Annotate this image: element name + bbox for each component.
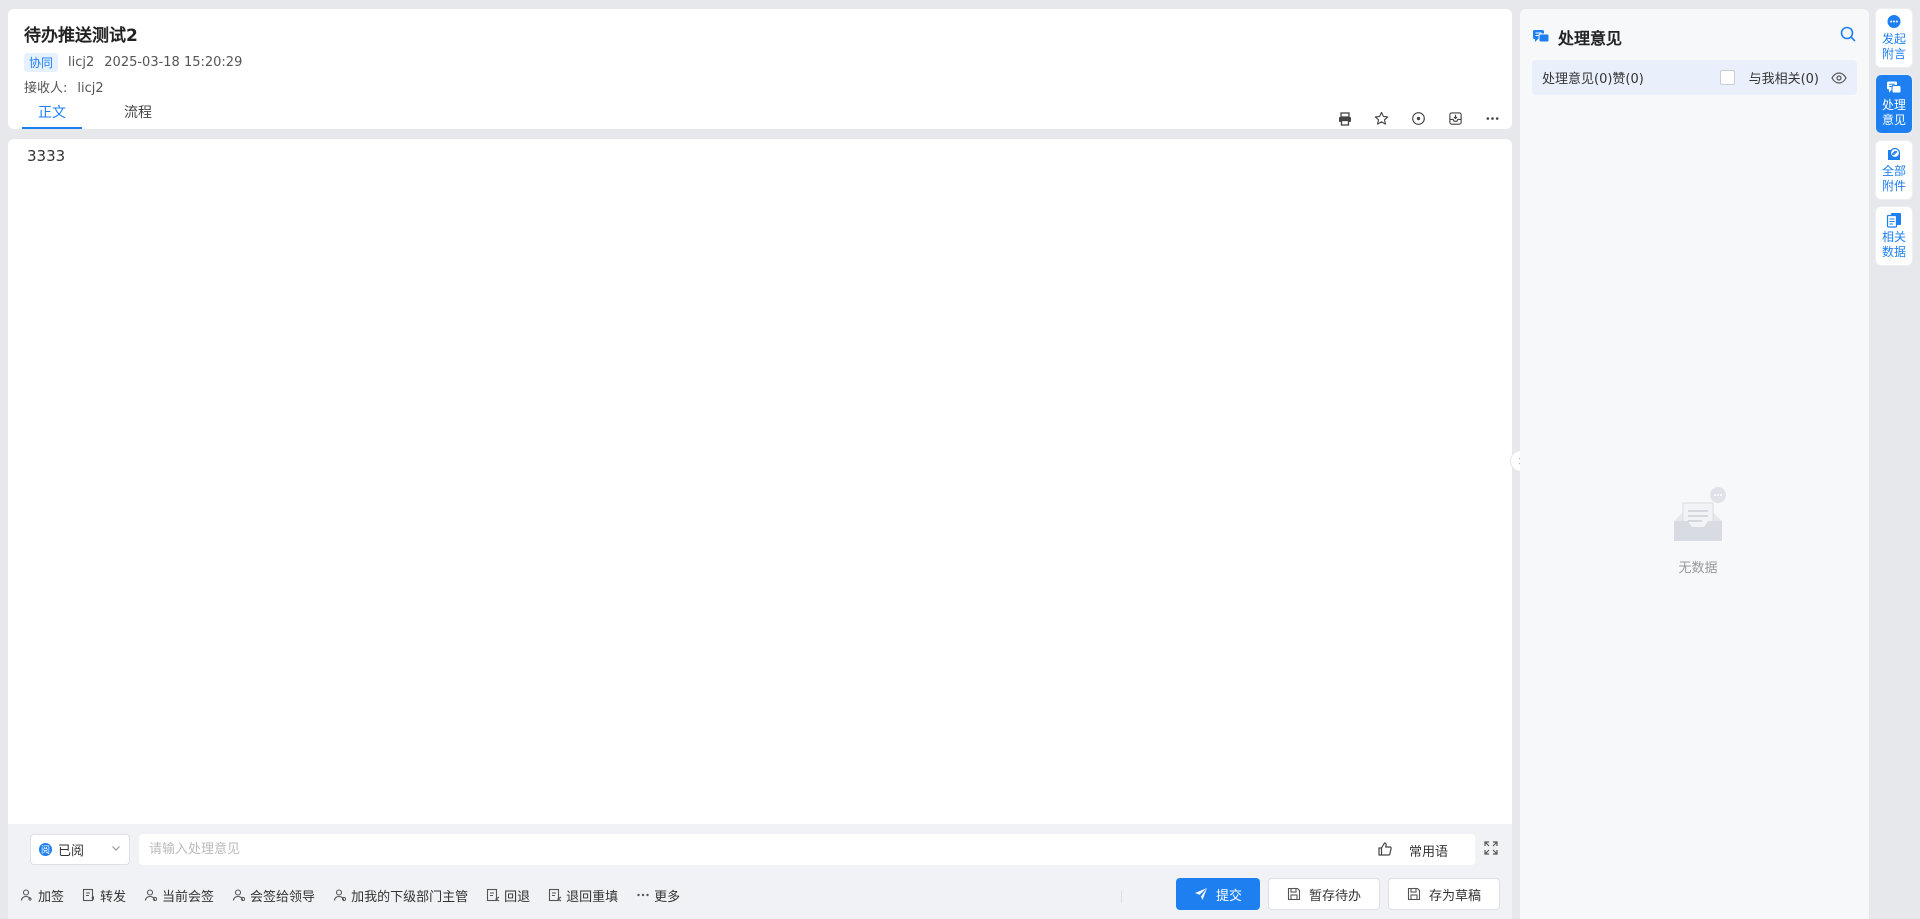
type-badge: 协同 <box>24 53 59 72</box>
search-icon[interactable] <box>1839 25 1857 43</box>
body-content: 3333 <box>27 147 66 165</box>
side-rail: 发起附言 处理意见 全部附件 相关数据 <box>1876 9 1914 273</box>
rail-label: 发起附言 <box>1881 32 1906 61</box>
user-icon <box>144 889 158 902</box>
expand-icon[interactable] <box>1484 841 1500 857</box>
target-icon[interactable] <box>1409 109 1428 128</box>
ellipsis-icon <box>637 893 649 897</box>
tab-body[interactable]: 正文 <box>22 101 82 129</box>
opinion-bar: 阅 已阅 常用语 <box>8 824 1512 875</box>
tab-bar: 正文 流程 <box>22 101 168 129</box>
rollback-icon <box>549 888 562 902</box>
receiver-row: 接收人: licj2 <box>24 77 104 96</box>
rail-opinions[interactable]: 处理意见 <box>1876 75 1912 133</box>
rollback-icon <box>487 888 500 902</box>
document-body: 3333 <box>8 139 1512 824</box>
common-phrases-button[interactable]: 常用语 <box>1409 841 1448 860</box>
related-checkbox[interactable] <box>1719 70 1735 85</box>
save-icon <box>1287 887 1301 901</box>
forward-icon <box>82 888 95 902</box>
print-icon[interactable] <box>1335 109 1354 128</box>
attachment-icon <box>1888 147 1901 160</box>
current-countersign-button[interactable]: 当前会签 <box>144 886 214 905</box>
forward-button[interactable]: 转发 <box>82 886 126 905</box>
countersign-leader-button[interactable]: 会签给领导 <box>232 886 315 905</box>
rail-attachments[interactable]: 全部附件 <box>1876 141 1912 199</box>
action-label: 退回重填 <box>566 889 619 905</box>
save-todo-button[interactable]: 暂存待办 <box>1268 878 1380 910</box>
rail-initiate-note[interactable]: 发起附言 <box>1876 9 1912 67</box>
chevron-down-icon <box>111 842 121 857</box>
action-label: 回退 <box>504 889 531 905</box>
action-label: 当前会签 <box>162 889 215 905</box>
archive-icon[interactable] <box>1446 109 1465 128</box>
rail-label: 相关数据 <box>1881 230 1906 259</box>
comment-icon <box>1887 81 1902 94</box>
eye-icon[interactable] <box>1831 70 1847 86</box>
submit-label: 提交 <box>1215 888 1242 904</box>
star-icon[interactable] <box>1372 109 1391 128</box>
action-list: 加签 转发 当前会签 会签给领导 加我的下级部门主管 回退 退回重填 更多 <box>20 875 680 915</box>
timestamp: 2025-03-18 15:20:29 <box>104 55 243 70</box>
meta-row: 协同 licj2 2025-03-18 15:20:29 <box>24 53 242 72</box>
action-label: 更多 <box>654 889 681 905</box>
page-title: 待办推送测试2 <box>24 26 138 46</box>
save-todo-label: 暂存待办 <box>1308 888 1361 904</box>
action-label: 会签给领导 <box>250 889 316 905</box>
thumbs-up-icon[interactable] <box>1377 841 1394 858</box>
rollback-button[interactable]: 回退 <box>486 886 530 905</box>
author-name: licj2 <box>68 55 95 70</box>
chat-icon <box>1887 15 1901 28</box>
more-icon[interactable] <box>1483 109 1502 128</box>
add-sign-button[interactable]: 加签 <box>20 886 64 905</box>
save-draft-label: 存为草稿 <box>1428 888 1481 904</box>
user-icon <box>232 889 246 902</box>
action-label: 加我的下级部门主管 <box>351 889 469 905</box>
user-icon <box>334 889 347 902</box>
action-bar: 加签 转发 当前会签 会签给领导 加我的下级部门主管 回退 退回重填 更多 提交… <box>8 875 1512 919</box>
save-draft-button[interactable]: 存为草稿 <box>1388 878 1500 910</box>
status-value: 已阅 <box>58 844 85 859</box>
opinion-input[interactable] <box>139 834 1475 865</box>
opinion-count: 处理意见(0)赞(0) <box>1542 72 1644 87</box>
save-icon <box>1407 887 1421 901</box>
rail-related-data[interactable]: 相关数据 <box>1876 207 1912 265</box>
rail-label: 处理意见 <box>1881 98 1906 127</box>
rail-label: 全部附件 <box>1881 164 1906 193</box>
divider <box>1121 891 1122 903</box>
data-icon <box>1886 213 1901 228</box>
opinion-panel: 处理意见 处理意见(0)赞(0) 与我相关(0) 无数据 <box>1520 9 1869 919</box>
action-label: 加签 <box>38 889 65 905</box>
comment-icon <box>1533 30 1550 43</box>
panel-header: 处理意见 <box>1532 25 1622 49</box>
panel-title: 处理意见 <box>1558 29 1623 48</box>
related-label: 与我相关(0) <box>1748 72 1819 87</box>
empty-label: 无数据 <box>1678 561 1718 576</box>
submit-button[interactable]: 提交 <box>1176 878 1260 910</box>
add-sub-manager-button[interactable]: 加我的下级部门主管 <box>333 886 468 905</box>
tab-flow[interactable]: 流程 <box>108 101 168 129</box>
action-label: 转发 <box>100 889 127 905</box>
empty-inbox-icon <box>1674 487 1726 541</box>
status-select[interactable]: 阅 已阅 <box>30 834 130 865</box>
empty-state: 无数据 <box>1658 487 1738 576</box>
send-icon <box>1194 888 1207 900</box>
read-status-icon: 阅 <box>39 843 52 856</box>
return-refill-button[interactable]: 退回重填 <box>548 886 618 905</box>
user-add-icon <box>20 889 32 901</box>
receiver-name: licj2 <box>77 81 104 96</box>
opinion-filter-bar: 处理意见(0)赞(0) 与我相关(0) <box>1532 60 1857 95</box>
header-toolbar <box>1335 109 1502 128</box>
receiver-label: 接收人: <box>24 81 68 96</box>
document-header: 待办推送测试2 协同 licj2 2025-03-18 15:20:29 接收人… <box>8 9 1512 129</box>
more-actions-button[interactable]: 更多 <box>636 886 680 905</box>
